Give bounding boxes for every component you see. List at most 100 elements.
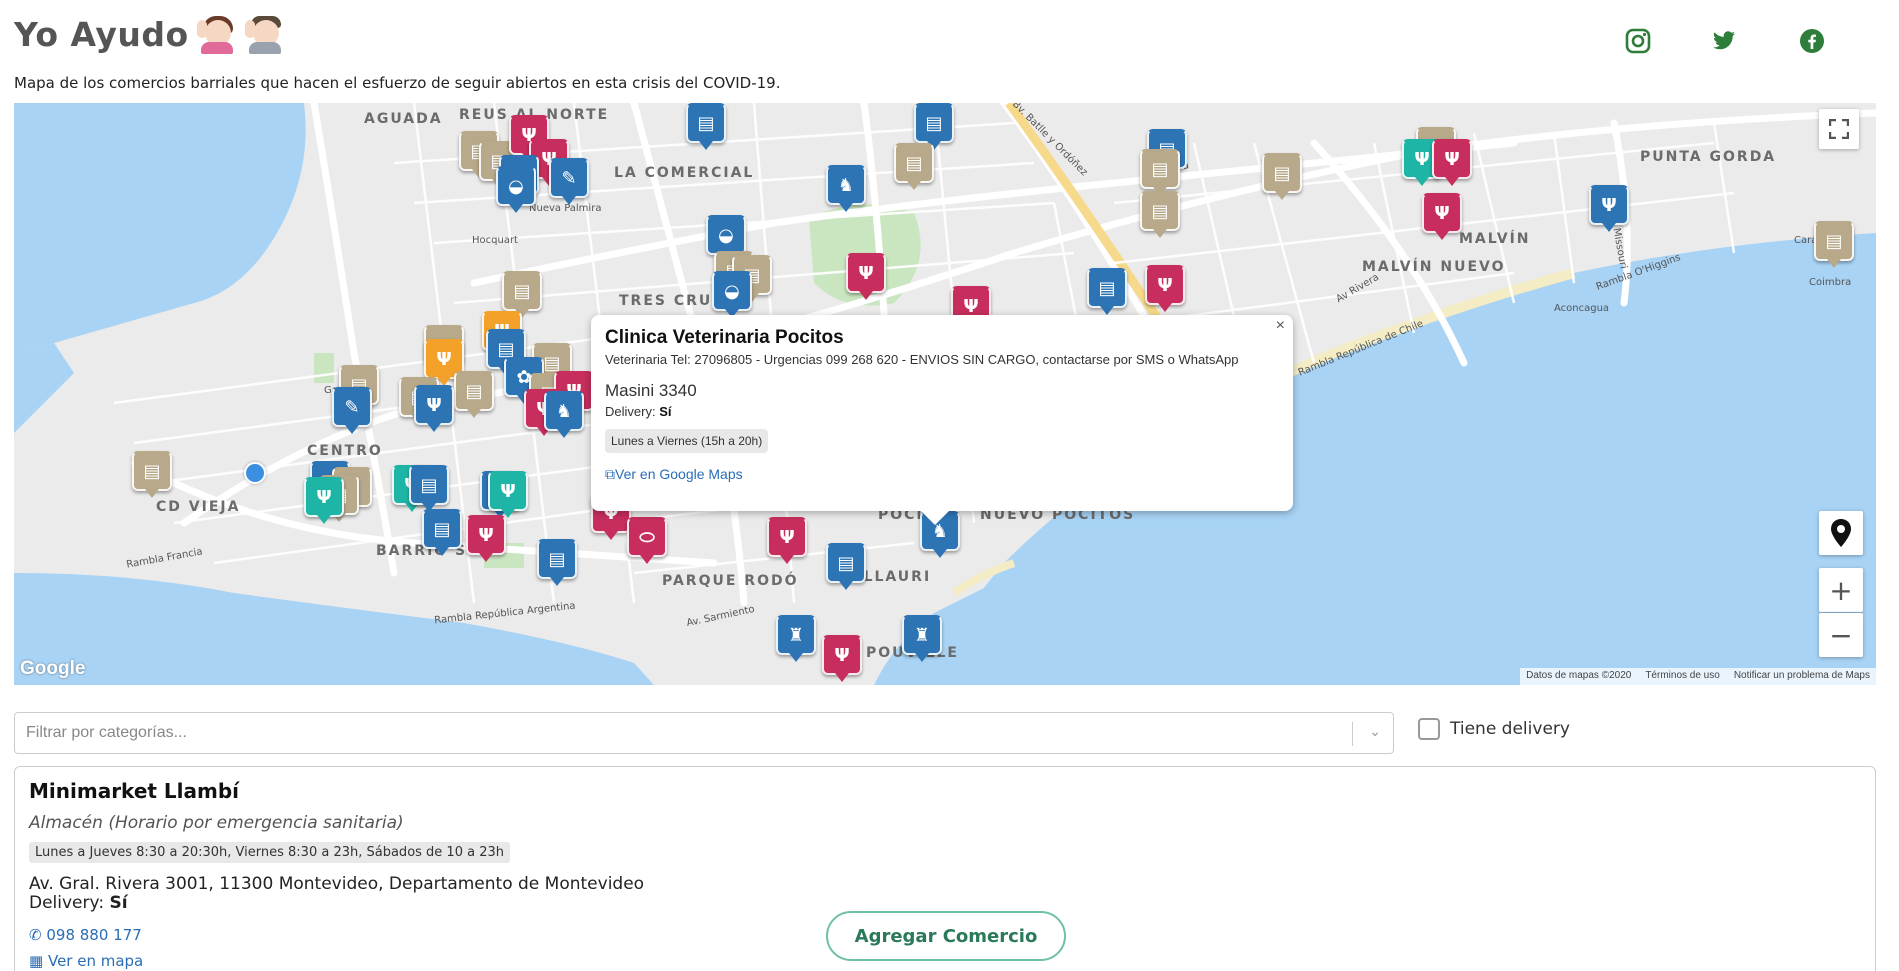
current-location-dot	[244, 462, 266, 484]
fullscreen-icon	[1829, 119, 1849, 139]
store-category: Almacén (Horario por emergencia sanitari…	[29, 813, 404, 833]
street-label: Aconcagua	[1554, 303, 1610, 314]
art-marker[interactable]: ✎	[549, 158, 589, 205]
external-link-icon: ⧉	[605, 466, 615, 482]
store-delivery-label: Delivery:	[29, 892, 105, 913]
chevron-down-icon[interactable]: ⌄	[1369, 723, 1381, 740]
store-marker[interactable]: ▤	[914, 103, 954, 150]
store-delivery: Delivery: Sí	[29, 892, 1861, 913]
man-raising-hand-icon	[244, 14, 285, 54]
store-marker[interactable]: ▤	[537, 539, 577, 586]
fullscreen-button[interactable]	[1819, 109, 1859, 149]
store-marker[interactable]: ▤	[454, 371, 494, 418]
delivery-toggle[interactable]: Tiene delivery	[1418, 718, 1570, 740]
store-name: Minimarket Llambí	[29, 779, 240, 803]
store-marker[interactable]: ▤	[409, 465, 449, 512]
map[interactable]: AGUADA REUS AL NORTE LA COMERCIAL TRES C…	[14, 103, 1876, 685]
page-subtitle: Mapa de los comercios barriales que hace…	[14, 74, 781, 92]
district-label: MALVÍN	[1459, 231, 1531, 247]
district-label: CENTRO	[307, 443, 383, 459]
burger-marker[interactable]: ◒	[712, 271, 752, 318]
street-label: Hocquart	[472, 235, 518, 246]
brand: Yo Ayudo	[14, 14, 285, 54]
store-marker[interactable]: ▤	[686, 103, 726, 150]
store-marker[interactable]: ▤	[132, 451, 172, 498]
store-marker[interactable]: ▤	[1087, 268, 1127, 315]
popup-hours-badge: Lunes a Viernes (15h a 20h)	[605, 429, 769, 453]
popup-delivery-value: Sí	[659, 404, 672, 419]
store-marker[interactable]: ▤	[1140, 191, 1180, 238]
popup-description: Veterinaria Tel: 27096805 - Urgencias 09…	[605, 352, 1239, 367]
district-label: AGUADA	[364, 111, 443, 127]
google-maps-link[interactable]: ⧉Ver en Google Maps	[605, 466, 1279, 483]
terms-link[interactable]: Términos de uso	[1645, 670, 1719, 683]
delivery-checkbox[interactable]	[1418, 718, 1440, 740]
restaurant-marker[interactable]: Ψ	[488, 471, 528, 518]
store-marker[interactable]: ▤	[422, 509, 462, 556]
pharmacy-marker[interactable]: ⬭	[627, 517, 667, 564]
store-delivery-value: Sí	[109, 892, 128, 913]
restaurant-marker[interactable]: Ψ	[1589, 185, 1629, 232]
facebook-icon[interactable]	[1799, 28, 1825, 54]
twitter-icon[interactable]	[1711, 28, 1737, 54]
store-marker[interactable]: ▤	[502, 271, 542, 318]
restaurant-marker[interactable]: Ψ	[767, 517, 807, 564]
restaurant-marker[interactable]: Ψ	[414, 385, 454, 432]
page-title: Yo Ayudo	[14, 14, 189, 54]
district-label: PARQUE RODÓ	[662, 573, 799, 589]
phone-icon: ✆	[29, 926, 42, 945]
store-marker[interactable]: ▤	[826, 543, 866, 590]
header: Yo Ayudo	[14, 14, 285, 64]
zoom-in-button[interactable]: +	[1819, 568, 1863, 612]
district-label: CD VIEJA	[156, 499, 241, 515]
location-pin-icon	[1831, 519, 1851, 547]
restaurant-marker[interactable]: Ψ	[1145, 265, 1185, 312]
filter-separator	[1352, 722, 1353, 746]
google-maps-link-label: Ver en Google Maps	[615, 466, 743, 482]
popup-address: Masini 3340	[605, 381, 697, 400]
burger-marker[interactable]: ◒	[706, 215, 746, 262]
woman-raising-hand-icon	[196, 14, 237, 54]
category-filter-placeholder: Filtrar por categorías...	[26, 724, 187, 741]
restaurant-marker[interactable]: Ψ	[846, 253, 886, 300]
report-problem-link[interactable]: Notificar un problema de Maps	[1734, 670, 1870, 683]
store-marker[interactable]: ▤	[1814, 221, 1854, 268]
locate-button[interactable]	[1819, 511, 1863, 555]
map-icon: ▦	[29, 952, 44, 971]
store-marker[interactable]: ▤	[894, 143, 934, 190]
google-logo: Google	[20, 658, 86, 679]
shopping-marker[interactable]: ♜	[902, 615, 942, 662]
district-label: PUNTA GORDA	[1640, 149, 1777, 165]
close-icon[interactable]: ×	[1276, 317, 1285, 335]
store-address: Av. Gral. Rivera 3001, 11300 Montevideo,…	[29, 874, 645, 894]
restaurant-marker[interactable]: Ψ	[304, 477, 344, 524]
zoom-out-button[interactable]: −	[1819, 613, 1863, 657]
store-marker[interactable]: ▤	[1262, 153, 1302, 200]
restaurant-marker[interactable]: Ψ	[1432, 139, 1472, 186]
store-map-label: Ver en mapa	[47, 952, 144, 971]
popup-delivery: Delivery: Sí	[605, 404, 1279, 419]
restaurant-marker[interactable]: Ψ	[466, 515, 506, 562]
store-hours-badge: Lunes a Jueves 8:30 a 20:30h, Viernes 8:…	[29, 842, 510, 863]
delivery-label: Tiene delivery	[1450, 719, 1570, 739]
restaurant-marker[interactable]: Ψ	[1422, 193, 1462, 240]
popup-delivery-label: Delivery:	[605, 404, 656, 419]
shopping-marker[interactable]: ♜	[776, 615, 816, 662]
art-marker[interactable]: ✎	[332, 387, 372, 434]
instagram-icon[interactable]	[1625, 28, 1651, 54]
street-label: Coimbra	[1809, 277, 1852, 288]
map-attribution: Datos de mapas ©2020 Términos de uso Not…	[1520, 668, 1876, 685]
vet-marker[interactable]: ♞	[544, 391, 584, 438]
popup-title: Clinica Veterinaria Pocitos	[605, 327, 844, 348]
store-marker[interactable]: ▤	[1140, 149, 1180, 196]
burger-marker[interactable]: ◒	[496, 166, 536, 213]
add-store-button[interactable]: Agregar Comercio	[826, 911, 1066, 961]
store-phone: 098 880 177	[46, 926, 142, 945]
category-filter[interactable]: Filtrar por categorías... ⌄	[14, 712, 1394, 754]
vet-marker[interactable]: ♞	[826, 165, 866, 212]
district-label: LA COMERCIAL	[614, 165, 755, 181]
restaurant-marker[interactable]: Ψ	[822, 635, 862, 682]
map-data-credit: Datos de mapas ©2020	[1526, 670, 1632, 681]
district-label: MALVÍN NUEVO	[1362, 259, 1506, 275]
place-popup: × Clinica Veterinaria Pocitos Veterinari…	[591, 315, 1293, 525]
